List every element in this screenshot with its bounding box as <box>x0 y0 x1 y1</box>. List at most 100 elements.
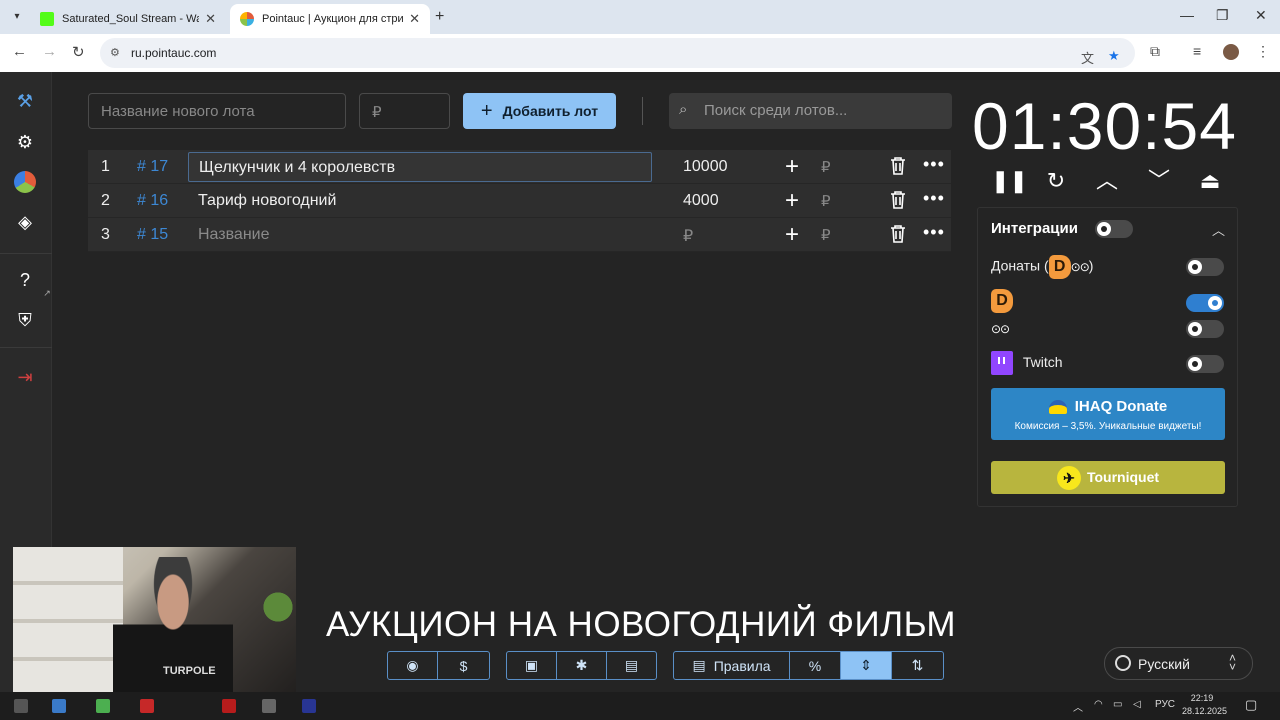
taskbar-app-icon[interactable] <box>262 699 276 713</box>
lot-search-input[interactable]: ⌕ Поиск среди лотов... <box>669 93 952 129</box>
twitch-icon <box>991 351 1013 375</box>
add-amount-icon[interactable]: + <box>785 153 799 181</box>
currency-input[interactable]: ₽ <box>821 192 831 210</box>
bug-icon[interactable]: ✱ <box>557 652 607 679</box>
search-placeholder: Поиск среди лотов... <box>704 102 848 119</box>
language-select[interactable]: Русский ˄ ˅ <box>1104 647 1253 680</box>
lot-name-field[interactable]: Название <box>188 220 652 250</box>
view-button-group: ▤ Правила % ⇕ ⇅ <box>673 651 944 680</box>
lot-amount-field[interactable]: ₽ <box>683 226 693 246</box>
battery-icon[interactable]: ▭ <box>1113 699 1122 710</box>
layers-icon[interactable]: ◈ <box>14 211 36 233</box>
reset-icon[interactable]: ↻ <box>1043 168 1069 194</box>
sidebar-divider <box>0 253 52 254</box>
delete-trash-icon[interactable] <box>890 157 906 175</box>
ihaq-donate-button[interactable]: IHAQ Donate Комиссия – 3,5%. Уникальные … <box>991 388 1225 440</box>
bookmark-star-icon[interactable]: ★ <box>1108 48 1120 64</box>
github-icon[interactable]: ◉ <box>388 652 438 679</box>
add-lot-button[interactable]: + Добавить лот <box>463 93 616 129</box>
translate-icon[interactable]: 文 <box>1081 48 1094 67</box>
rules-icon: ▤ <box>692 657 706 673</box>
donations-toggle[interactable] <box>1186 258 1224 276</box>
donatepay-row: ⊙⊙ <box>991 320 1010 336</box>
more-options-icon[interactable]: ••• <box>923 222 945 243</box>
close-tab-icon[interactable]: ✕ <box>409 11 420 27</box>
collapse-chevron-icon[interactable]: ︿ <box>1212 220 1225 239</box>
compress-icon[interactable]: ⇕ <box>841 652 892 679</box>
tray-expand-icon[interactable]: ︿ <box>1073 699 1083 714</box>
new-lot-name-input[interactable]: Название нового лота <box>88 93 346 129</box>
close-tab-icon[interactable]: ✕ <box>205 11 216 27</box>
help-icon[interactable]: ? <box>14 269 36 291</box>
address-bar[interactable]: ⚙ ru.pointauc.com 文 ★ <box>100 38 1135 68</box>
profile-avatar[interactable] <box>1223 44 1239 60</box>
add-amount-icon[interactable]: + <box>785 187 799 215</box>
auction-gavel-icon[interactable]: ⚒ <box>14 90 36 112</box>
donate-button[interactable]: $ <box>438 652 489 679</box>
lot-number: 1 <box>101 158 110 175</box>
stream-caption: АУКЦИОН НА НОВОГОДНИЙ ФИЛЬМ <box>326 605 956 644</box>
input-language[interactable]: РУС <box>1155 699 1175 710</box>
taskbar-clock[interactable]: 22:19 28.12.2025 <box>1182 692 1227 718</box>
sort-icon[interactable]: ⇅ <box>892 652 943 679</box>
taskbar-app-icon[interactable] <box>302 699 316 713</box>
chevron-down-icon[interactable]: ﹀ <box>1146 168 1172 194</box>
maximize-icon[interactable]: ❐ <box>1216 7 1229 24</box>
percent-button[interactable]: % <box>790 652 841 679</box>
add-amount-icon[interactable]: + <box>785 221 799 249</box>
currency-input[interactable]: ₽ <box>821 226 831 244</box>
pause-icon[interactable]: ❚❚ <box>991 168 1028 194</box>
ihaq-logo-icon <box>1048 400 1067 415</box>
select-arrows-icon: ˄ ˅ <box>1229 651 1237 674</box>
taskbar-app-icon[interactable] <box>14 699 28 713</box>
save-icon[interactable]: ▣ <box>507 652 557 679</box>
more-options-icon[interactable]: ••• <box>923 154 945 175</box>
rules-button[interactable]: ▤ Правила <box>674 652 790 679</box>
notifications-icon[interactable]: ▢ <box>1245 697 1257 713</box>
twitch-toggle[interactable] <box>1186 355 1224 373</box>
wifi-icon[interactable]: ◠ <box>1094 699 1103 710</box>
forward-icon[interactable]: → <box>42 43 57 60</box>
table-row: 2 # 16 Тариф новогодний 4000 + ₽ ••• <box>88 184 951 218</box>
chevron-up-icon[interactable]: ︿ <box>1094 168 1120 194</box>
new-tab-icon[interactable]: + <box>435 8 444 26</box>
back-icon[interactable]: ← <box>12 43 27 60</box>
lot-name-field[interactable]: Тариф новогодний <box>188 186 652 216</box>
taskbar-chrome-icon[interactable] <box>96 699 110 713</box>
clear-icon[interactable]: ▤ <box>607 652 656 679</box>
donatepay-toggle[interactable] <box>1186 320 1224 338</box>
settings-gear-icon[interactable]: ⚙ <box>14 131 36 153</box>
browser-tab-pointauc[interactable]: Pointauc | Аукцион для стримеров ✕ <box>230 4 430 34</box>
new-lot-amount-input[interactable]: ₽ <box>359 93 450 129</box>
lot-amount-field[interactable]: 4000 <box>683 192 719 210</box>
wheel-pie-icon[interactable] <box>14 171 36 193</box>
site-info-icon[interactable]: ⚙ <box>110 46 120 59</box>
volume-icon[interactable]: ◁ <box>1133 699 1141 710</box>
taskbar-app-icon[interactable] <box>140 699 154 713</box>
double-chevron-up-icon[interactable]: ⏏ <box>1197 168 1223 194</box>
extensions-icon[interactable]: ⧉ <box>1150 43 1160 60</box>
taskbar-app-icon[interactable] <box>222 699 236 713</box>
delete-trash-icon[interactable] <box>890 225 906 243</box>
more-options-icon[interactable]: ••• <box>923 188 945 209</box>
minimize-icon[interactable]: — <box>1180 7 1194 23</box>
integrations-toggle[interactable] <box>1095 220 1133 238</box>
browser-tab-kick[interactable]: Saturated_Soul Stream - Watch ✕ <box>30 4 226 34</box>
menu-icon[interactable]: ⋮ <box>1256 43 1270 60</box>
logout-icon[interactable]: ⇥ <box>14 366 36 388</box>
media-icon[interactable]: ≡ <box>1193 43 1201 59</box>
donationalerts-toggle[interactable] <box>1186 294 1224 312</box>
tourniquet-button[interactable]: ✈ Tourniquet <box>991 461 1225 494</box>
lot-number: 3 <box>101 226 110 243</box>
donations-label: Донаты ( <box>991 257 1049 274</box>
taskbar-app-icon[interactable] <box>52 699 66 713</box>
currency-input[interactable]: ₽ <box>821 158 831 176</box>
delete-trash-icon[interactable] <box>890 191 906 209</box>
close-window-icon[interactable]: ✕ <box>1255 7 1267 24</box>
shield-icon[interactable]: ⛨ <box>14 309 36 331</box>
lot-name-field[interactable]: Щелкунчик и 4 королевств <box>188 152 652 182</box>
reload-icon[interactable]: ↻ <box>72 43 85 61</box>
lot-amount-field[interactable]: 10000 <box>683 158 728 176</box>
tab-title: Saturated_Soul Stream - Watch <box>62 13 199 25</box>
tab-search-icon[interactable]: ▾ <box>8 8 26 26</box>
